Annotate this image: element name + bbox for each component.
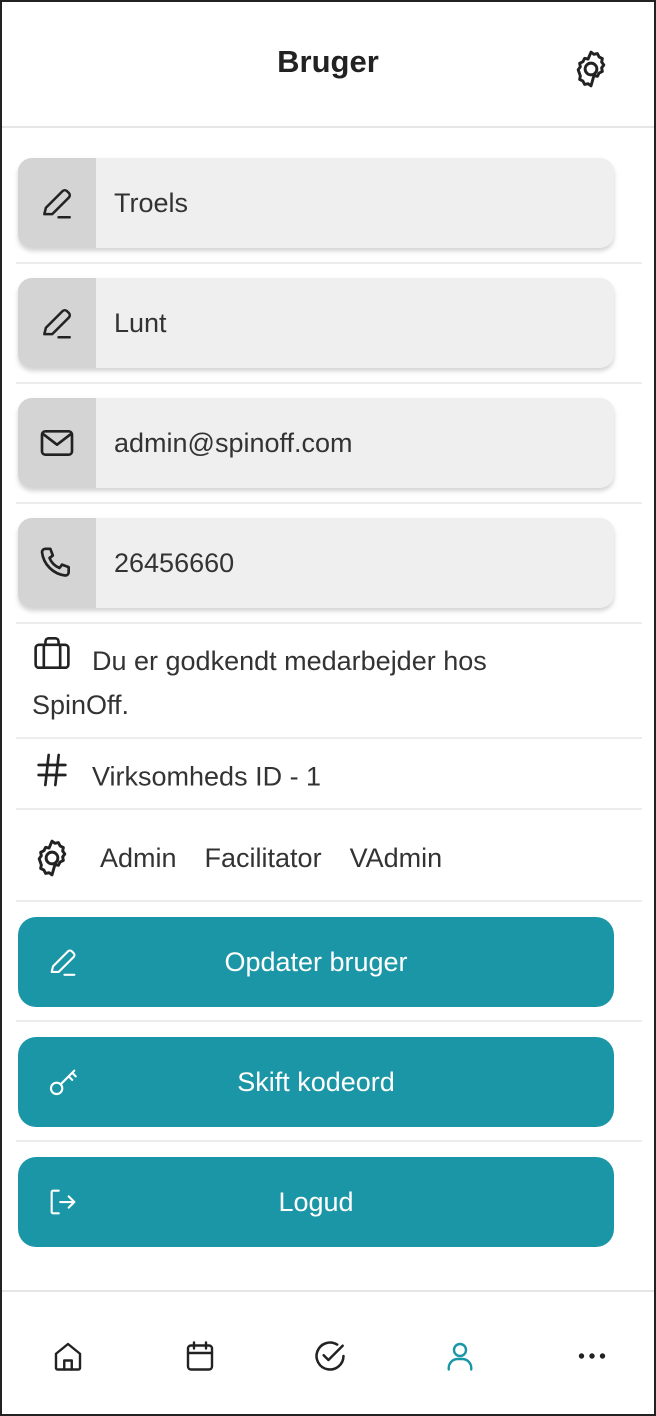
calendar-icon xyxy=(186,1341,214,1371)
last-name-value: Lunt xyxy=(114,307,167,338)
key-icon-wrap xyxy=(46,1065,80,1099)
first-name-value: Troels xyxy=(114,187,189,218)
company-id-text: Virksomheds ID - 1 xyxy=(92,761,322,792)
home-icon xyxy=(54,1342,82,1371)
email-field[interactable]: admin@spinoff.com xyxy=(18,398,614,488)
nav-profile[interactable] xyxy=(440,1336,480,1376)
phone-icon-box xyxy=(18,518,96,608)
page-title: Bruger xyxy=(277,44,379,79)
pencil-icon xyxy=(43,308,72,339)
email-value: admin@spinoff.com xyxy=(114,427,353,458)
gear-icon xyxy=(576,50,606,88)
bottom-nav xyxy=(2,1290,654,1414)
phone-value: 26456660 xyxy=(114,547,235,578)
company-id: Virksomheds ID - 1 xyxy=(32,753,322,803)
mail-icon xyxy=(40,430,74,456)
settings-button[interactable] xyxy=(568,46,614,92)
last-name-field[interactable]: Lunt xyxy=(18,278,614,368)
nav-more[interactable] xyxy=(572,1336,612,1376)
hash-icon xyxy=(37,753,67,787)
check-circle-icon xyxy=(315,1341,345,1371)
logout-icon xyxy=(50,1189,76,1215)
briefcase-icon-wrap xyxy=(32,637,72,684)
phone-field[interactable]: 26456660 xyxy=(18,518,614,608)
gear-icon xyxy=(37,839,67,877)
pencil-icon xyxy=(50,949,76,976)
nav-tasks[interactable] xyxy=(310,1336,350,1376)
nav-calendar[interactable] xyxy=(180,1336,220,1376)
user-icon xyxy=(447,1342,473,1371)
key-icon xyxy=(49,1069,77,1096)
logout-icon-wrap xyxy=(46,1185,80,1219)
role-admin: Admin xyxy=(100,842,177,873)
update-user-button[interactable]: Opdater bruger xyxy=(18,917,614,1007)
first-name-field[interactable]: Troels xyxy=(18,158,614,248)
phone-icon xyxy=(40,547,70,577)
update-user-label: Opdater bruger xyxy=(224,946,408,977)
first-name-icon-box xyxy=(18,158,96,248)
more-icon xyxy=(578,1353,606,1359)
briefcase-icon xyxy=(34,637,70,670)
logout-button[interactable]: Logud xyxy=(18,1157,614,1247)
roles-list: Admin Facilitator VAdmin xyxy=(30,835,470,881)
employment-text: Du er godkendt medarbejder hos SpinOff. xyxy=(32,646,487,721)
last-name-icon-box xyxy=(18,278,96,368)
update-icon-wrap xyxy=(46,945,80,979)
email-icon-box xyxy=(18,398,96,488)
employment-status: Du er godkendt medarbejder hos SpinOff. xyxy=(32,637,572,727)
logout-label: Logud xyxy=(278,1186,354,1217)
header: Bruger xyxy=(2,2,654,128)
nav-home[interactable] xyxy=(48,1336,88,1376)
change-password-button[interactable]: Skift kodeord xyxy=(18,1037,614,1127)
role-facilitator: Facilitator xyxy=(204,842,322,873)
hash-icon-wrap xyxy=(32,753,72,803)
pencil-icon xyxy=(43,188,72,219)
role-vadmin: VAdmin xyxy=(349,842,443,873)
change-password-label: Skift kodeord xyxy=(237,1066,395,1097)
app-frame: Bruger Troels Lunt admin@spinoff.com 264… xyxy=(0,0,656,1416)
